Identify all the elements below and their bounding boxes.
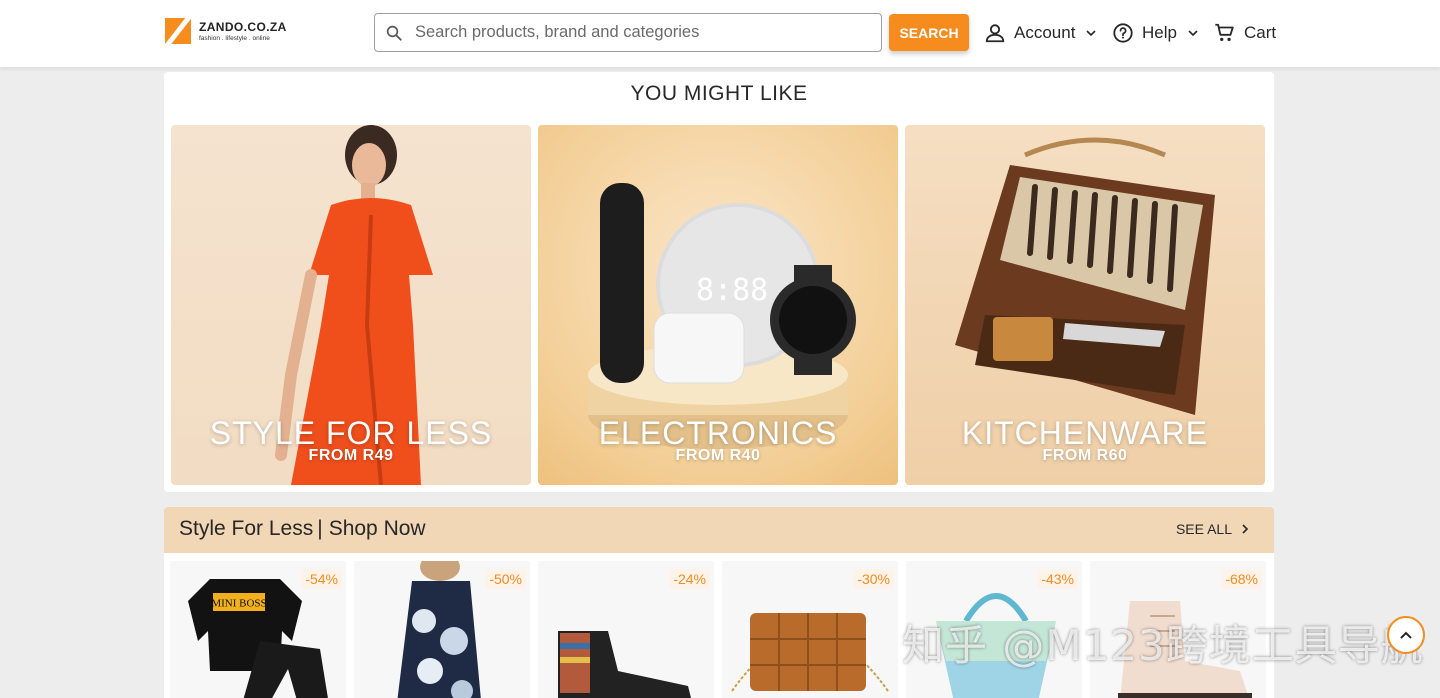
style-for-less-header: Style For Less | Shop Now SEE ALL <box>164 507 1274 553</box>
logo-tagline: fashion . lifestyle . online <box>199 35 270 42</box>
mini-boss-print: MINI BOSS <box>211 598 266 610</box>
watermark-text: 知乎 @M123跨境工具导航 <box>902 621 1424 670</box>
you-might-like-section: YOU MIGHT LIKE STYLE FOR LESS FROM R49 8… <box>164 72 1274 492</box>
chevron-down-icon <box>1086 30 1097 37</box>
help-label: Help <box>1142 23 1177 42</box>
top-header: ZANDO.CO.ZA fashion . lifestyle . online… <box>0 0 1440 67</box>
banner-subtitle: FROM R49 <box>308 447 394 464</box>
banner-subtitle: FROM R60 <box>1042 447 1128 464</box>
search-input[interactable] <box>415 23 881 42</box>
discount-badge: -24% <box>669 569 710 589</box>
discount-badge: -68% <box>1221 569 1262 589</box>
see-all-label: SEE ALL <box>1175 521 1232 537</box>
account-label: Account <box>1014 23 1076 42</box>
chevron-down-icon <box>1188 30 1198 37</box>
scroll-to-top-button[interactable] <box>1387 616 1425 654</box>
logo-name: ZANDO.CO.ZA <box>199 20 287 34</box>
cart-label: Cart <box>1244 23 1277 42</box>
cart-icon <box>1215 23 1234 42</box>
chevron-up-icon <box>1400 631 1412 639</box>
site-logo[interactable]: ZANDO.CO.ZA fashion . lifestyle . online <box>165 18 287 44</box>
banner-style-for-less[interactable]: STYLE FOR LESS FROM R49 <box>171 125 531 485</box>
discount-badge: -30% <box>853 569 894 589</box>
help-circle-icon <box>1113 23 1133 43</box>
product-card[interactable]: -30% <box>722 561 898 698</box>
product-card[interactable]: MINI BOSS -54% <box>170 561 346 698</box>
person-icon <box>985 24 1005 43</box>
section-title: YOU MIGHT LIKE <box>630 82 808 105</box>
account-menu[interactable]: Account <box>984 20 1097 46</box>
search-icon <box>386 25 402 41</box>
product-card[interactable]: -50% <box>354 561 530 698</box>
discount-badge: -54% <box>301 569 342 589</box>
discount-badge: -43% <box>1037 569 1078 589</box>
chevron-right-icon <box>1242 524 1249 534</box>
see-all-link[interactable]: SEE ALL <box>1176 521 1250 537</box>
logo-mark-icon <box>165 18 191 44</box>
section-title: Style For Less <box>179 517 314 540</box>
search-box <box>374 13 882 52</box>
banner-electronics[interactable]: 8:88 ELECTRONICS FROM R40 <box>538 125 898 485</box>
section-subtitle: Shop Now <box>328 517 426 540</box>
svg-text:8:88: 8:88 <box>696 273 768 308</box>
banner-kitchenware[interactable]: KITCHENWARE FROM R60 <box>905 125 1265 485</box>
discount-badge: -50% <box>485 569 526 589</box>
help-menu[interactable]: Help <box>1112 20 1199 46</box>
product-card[interactable]: -24% <box>538 561 714 698</box>
banner-subtitle: FROM R40 <box>675 447 761 464</box>
cart-link[interactable]: Cart <box>1213 20 1276 46</box>
search-button[interactable]: SEARCH <box>889 14 969 51</box>
title-separator: | <box>317 517 323 540</box>
